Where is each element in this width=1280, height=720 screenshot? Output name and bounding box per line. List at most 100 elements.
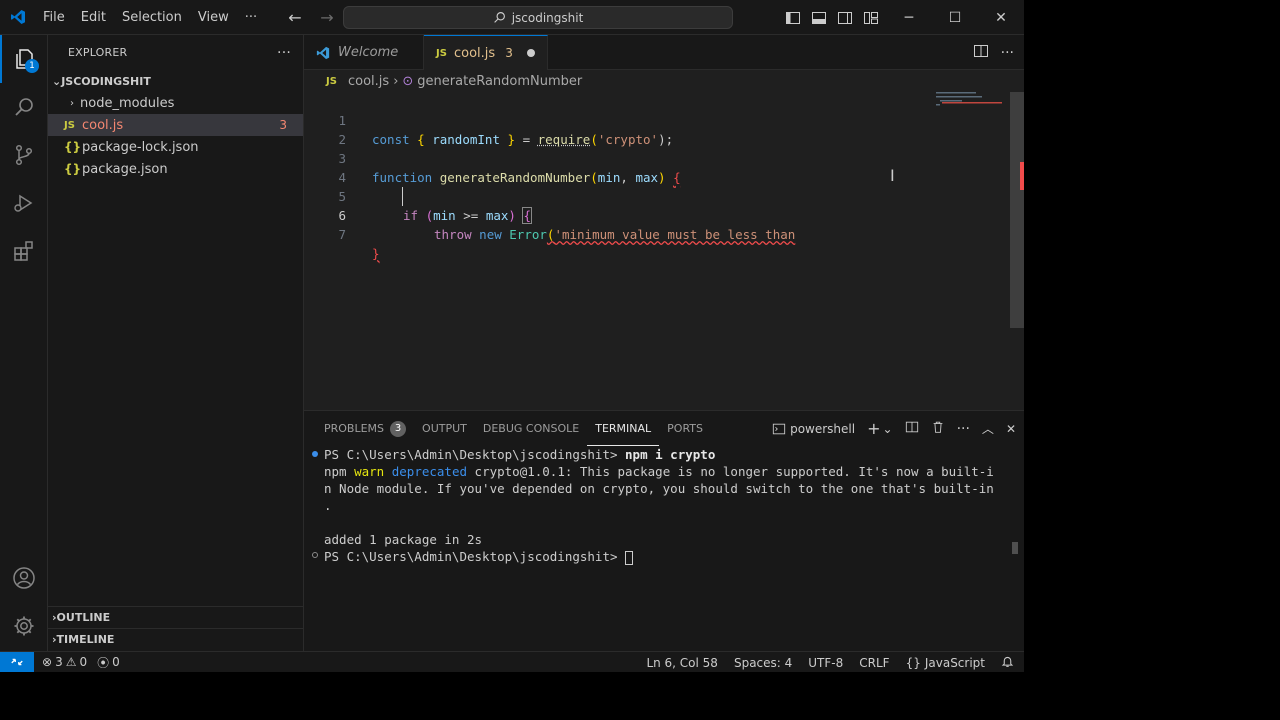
back-arrow-icon[interactable]: ← [284,7,306,29]
unsaved-dot-icon[interactable] [526,49,535,57]
menu-selection[interactable]: Selection [114,0,190,35]
tab-problems[interactable]: PROBLEMS 3 [316,411,414,446]
shell-label: powershell [790,421,856,436]
notifications-bell-icon[interactable] [1001,655,1014,671]
json-file-icon: {} [64,162,82,176]
code-editor[interactable]: 1 const { randomInt } = require('crypto'… [304,92,1024,410]
minimize-icon[interactable]: ─ [886,0,932,35]
encoding[interactable]: UTF-8 [808,656,843,670]
symbol-method-icon: ⊙ [402,73,414,89]
language-mode[interactable]: {} JavaScript [906,656,985,670]
breadcrumb-symbol[interactable]: generateRandomNumber [417,74,582,89]
ports-count: 0 [112,655,120,669]
toggle-secondary-sidebar-icon[interactable] [836,9,854,27]
code-line: 2 [304,111,1024,147]
menu-file[interactable]: File [35,0,73,35]
terminal-line: PS C:\Users\Admin\Desktop\jscodingshit> [324,548,634,565]
customize-layout-icon[interactable] [862,9,880,27]
tab-label: Welcome [338,45,399,60]
tab-ports[interactable]: PORTS [659,411,711,446]
search-icon [493,12,505,23]
toggle-panel-icon[interactable] [810,9,828,27]
cursor-position[interactable]: Ln 6, Col 58 [646,656,718,670]
tab-debug-console[interactable]: DEBUG CONSOLE [475,411,587,446]
timeline-label: TIMELINE [56,633,115,646]
maximize-panel-icon[interactable]: ︿ [982,420,994,437]
menu-edit[interactable]: Edit [73,0,114,35]
terminal-output[interactable]: PS C:\Users\Admin\Desktop\jscodingshit> … [304,446,1024,652]
vscode-tab-icon [316,46,330,59]
remote-indicator-icon[interactable] [0,651,34,672]
i-beam-cursor-icon: Ⅰ [890,166,895,185]
tree-item-package-json[interactable]: {} package.json [48,158,303,180]
chevron-right-icon: › [70,97,74,109]
vscode-logo-icon [0,0,35,35]
source-control-icon[interactable] [0,131,48,179]
warning-icon: ⚠ [65,655,77,669]
timeline-section[interactable]: › TIMELINE [48,628,303,650]
tab-welcome[interactable]: Welcome [304,35,424,70]
forward-arrow-icon[interactable]: → [316,7,338,29]
problems-status[interactable]: ⊗ 3 ⚠ 0 [42,655,87,669]
breadcrumb-file[interactable]: cool.js [348,74,389,89]
manage-gear-icon[interactable] [0,602,48,650]
chevron-down-icon[interactable]: ⌄ [883,422,893,436]
js-file-icon: JS [326,75,337,87]
command-decoration-icon[interactable] [312,552,318,558]
more-actions-icon[interactable]: ··· [1001,45,1014,61]
status-right: Ln 6, Col 58 Spaces: 4 UTF-8 CRLF {} Java… [646,652,1014,672]
tree-item-node-modules[interactable]: › node_modules [48,92,303,114]
extensions-icon[interactable] [0,227,48,275]
tree-item-label: package-lock.json [82,139,199,155]
close-panel-icon[interactable]: ✕ [1006,422,1016,436]
editor-scrollbar[interactable] [1010,92,1024,328]
indentation[interactable]: Spaces: 4 [734,656,792,670]
terminal-icon [772,423,786,434]
tab-label: cool.js [454,45,496,61]
outline-section[interactable]: › OUTLINE [48,606,303,628]
window-controls: ─ ☐ ✕ [886,0,1024,35]
search-label: jscodingshit [511,10,584,25]
breadcrumb: JS cool.js › ⊙ generateRandomNumber [304,70,1024,92]
tree-item-cool-js[interactable]: JS cool.js 3 [48,114,303,136]
terminal-shell-selector[interactable]: powershell [772,422,855,436]
more-actions-icon[interactable]: ··· [957,421,970,437]
tab-output[interactable]: OUTPUT [414,411,475,446]
command-center-search[interactable]: jscodingshit [343,6,733,29]
new-terminal-plus-icon[interactable]: + [867,419,880,438]
toggle-primary-sidebar-icon[interactable] [784,9,802,27]
text-cursor [402,187,403,206]
braces-icon: {} [905,655,921,670]
split-editor-icon[interactable] [973,43,989,63]
maximize-icon[interactable]: ☐ [932,0,978,35]
code-text: throw new Error('minimum value must be l… [434,227,796,242]
code-line-current: 6 throw new Error('minimum value must be… [304,187,1024,242]
problems-count-badge: 3 [390,420,407,437]
tree-item-package-lock-json[interactable]: {} package-lock.json [48,136,303,158]
account-icon[interactable] [0,554,48,602]
trash-icon[interactable] [931,420,945,437]
code-line: 5 if (min >= max) { [304,168,1024,224]
editor-actions: ··· [973,35,1024,70]
terminal-line: npm warn deprecated crypto@1.0.1: This p… [324,464,994,479]
ports-status[interactable]: ⦿ 0 [97,654,120,671]
minimap[interactable] [936,92,1012,112]
search-view-icon[interactable] [0,83,48,131]
close-icon[interactable]: ✕ [978,0,1024,35]
split-terminal-icon[interactable] [905,420,919,437]
explorer-icon[interactable]: 1 [0,35,48,83]
menu-view[interactable]: View [190,0,237,35]
tab-problem-count: 3 [505,46,513,60]
explorer-more-icon[interactable]: ··· [277,45,291,61]
terminal-scrollbar[interactable] [1012,542,1018,554]
layout-controls [784,0,880,35]
tab-terminal[interactable]: TERMINAL [587,411,660,446]
run-debug-icon[interactable] [0,179,48,227]
code-line: 1 const { randomInt } = require('crypto'… [304,92,1024,147]
line-ending[interactable]: CRLF [859,656,889,670]
command-decoration-icon[interactable] [312,451,318,457]
explorer-header: EXPLORER ··· [48,35,303,70]
workspace-folder[interactable]: ⌄ JSCODINGSHIT [48,70,303,92]
tab-cool-js[interactable]: JS cool.js 3 [424,35,548,70]
menu-more[interactable]: ··· [237,0,265,35]
